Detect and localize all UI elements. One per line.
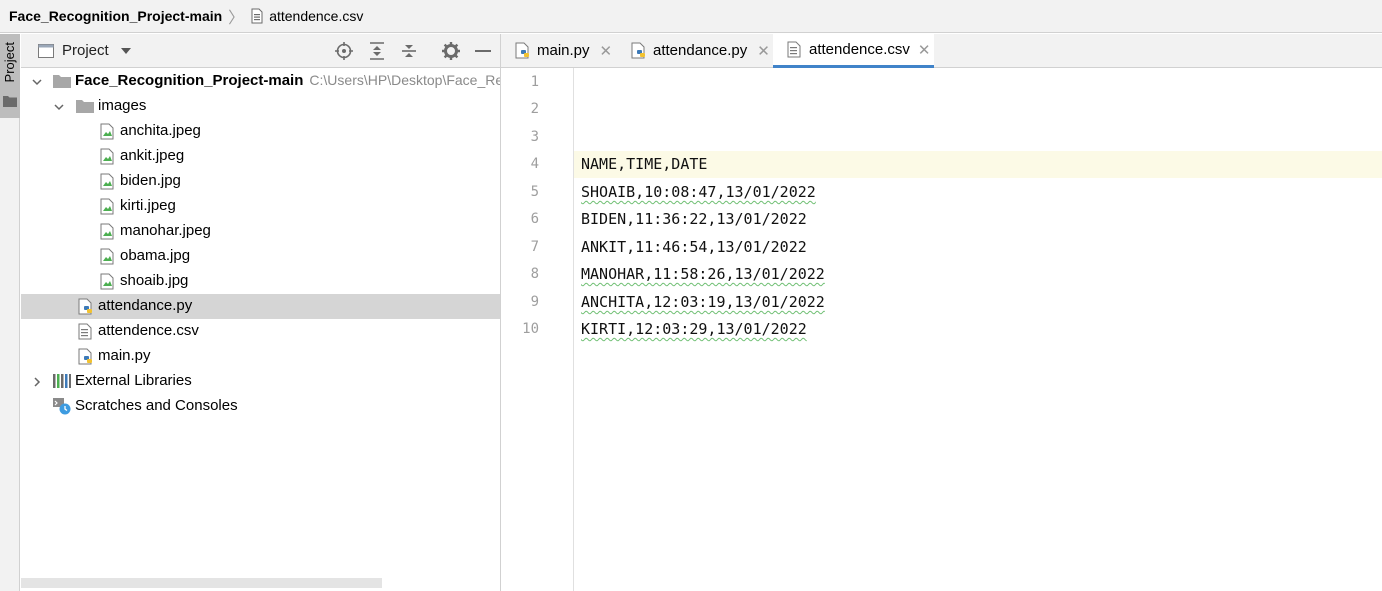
code-line[interactable]: NAME,TIME,DATE [581, 151, 707, 178]
expand-all-icon[interactable] [369, 42, 385, 60]
line-number: 7 [530, 239, 539, 255]
editor-tab-bar: main.py ✕ attendance.py ✕ attendence.csv… [501, 34, 1382, 68]
tree-item-label: biden.jpg [120, 172, 181, 189]
tree-item-attendence-csv[interactable]: attendence.csv [21, 319, 500, 344]
project-tree: Face_Recognition_Project-main C:\Users\HP… [21, 68, 500, 591]
code-line[interactable]: BIDEN,11:36:22,13/01/2022 [581, 206, 807, 233]
tree-item-label: manohar.jpeg [120, 222, 211, 239]
project-panel-title[interactable]: Project [62, 42, 109, 59]
tree-item-label: ankit.jpeg [120, 147, 185, 164]
tree-item-image-file[interactable]: manohar.jpeg [21, 219, 500, 244]
line-number: 3 [530, 129, 539, 145]
tree-item-image-file[interactable]: kirti.jpeg [21, 194, 500, 219]
chevron-down-icon[interactable] [53, 101, 65, 113]
code-line[interactable]: MANOHAR,11:58:26,13/01/2022 [581, 261, 825, 288]
tree-item-root[interactable]: Face_Recognition_Project-main C:\Users\HP… [21, 69, 500, 94]
text-file-icon [251, 8, 263, 24]
root-folder-path: C:\Users\HP\Desktop\Face_Rec [309, 72, 500, 88]
tab-attendance-py[interactable]: attendance.py ✕ [631, 34, 770, 67]
tree-item-label: attendance.py [98, 297, 193, 314]
project-tool-window-button[interactable]: Project [0, 34, 20, 118]
image-file-icon [100, 273, 114, 290]
code-line[interactable]: ANCHITA,12:03:19,13/01/2022 [581, 289, 825, 316]
tree-item-label: kirti.jpeg [120, 197, 176, 214]
code-line[interactable]: ANKIT,11:46:54,13/01/2022 [581, 234, 807, 261]
python-file-icon [631, 42, 645, 59]
python-file-icon [515, 42, 529, 59]
scratches-icon [53, 398, 71, 415]
tree-item-main-py[interactable]: main.py [21, 344, 500, 369]
folder-icon [76, 100, 94, 113]
line-number: 4 [530, 156, 539, 172]
editor-gutter: 1 2 3 4 5 6 7 8 9 10 [501, 68, 574, 591]
tree-item-external-libraries[interactable]: External Libraries [21, 369, 500, 394]
close-icon[interactable]: ✕ [918, 41, 931, 59]
tree-item-image-file[interactable]: obama.jpg [21, 244, 500, 269]
image-file-icon [100, 248, 114, 265]
line-number: 5 [530, 184, 539, 200]
line-number: 10 [522, 321, 539, 337]
folder-icon [3, 96, 17, 107]
horizontal-scrollbar[interactable] [21, 578, 382, 588]
tab-label: attendence.csv [809, 41, 910, 58]
hide-icon[interactable] [475, 50, 491, 53]
line-number: 1 [530, 74, 539, 90]
image-file-icon [100, 148, 114, 165]
project-view-icon [38, 43, 54, 58]
tree-item-scratches[interactable]: Scratches and Consoles [21, 394, 500, 419]
root-folder-name: Face_Recognition_Project-main [75, 72, 304, 89]
breadcrumb-project[interactable]: Face_Recognition_Project-main [9, 8, 222, 24]
line-number: 9 [530, 294, 539, 310]
line-number: 6 [530, 211, 539, 227]
code-editor[interactable]: NAME,TIME,DATE SHOAIB,10:08:47,13/01/202… [574, 68, 1382, 591]
tree-item-label: images [98, 97, 147, 114]
tree-item-attendance-py[interactable]: attendance.py [21, 294, 500, 319]
gear-icon[interactable] [442, 42, 460, 60]
breadcrumb-chevron-icon: 〉 [228, 10, 245, 27]
tab-label: attendance.py [653, 42, 748, 59]
tree-item-image-file[interactable]: anchita.jpeg [21, 119, 500, 144]
line-number: 8 [530, 266, 539, 282]
locate-icon[interactable] [335, 42, 353, 60]
tree-item-label: shoaib.jpg [120, 272, 189, 289]
text-file-icon [78, 323, 92, 340]
image-file-icon [100, 198, 114, 215]
image-file-icon [100, 123, 114, 140]
image-file-icon [100, 173, 114, 190]
code-line[interactable]: SHOAIB,10:08:47,13/01/2022 [581, 179, 816, 206]
tree-item-image-file[interactable]: biden.jpg [21, 169, 500, 194]
image-file-icon [100, 223, 114, 240]
tool-window-stripe: Project [0, 34, 20, 591]
tree-item-image-file[interactable]: ankit.jpeg [21, 144, 500, 169]
text-file-icon [787, 41, 801, 58]
folder-icon [53, 75, 71, 88]
tree-item-label: Scratches and Consoles [75, 397, 238, 414]
code-line[interactable]: KIRTI,12:03:29,13/01/2022 [581, 316, 807, 343]
breadcrumb-file[interactable]: attendence.csv [269, 8, 363, 24]
library-icon [53, 374, 71, 388]
tab-main-py[interactable]: main.py ✕ [515, 34, 612, 67]
tab-label: main.py [537, 42, 590, 59]
tree-item-label: attendence.csv [98, 322, 199, 339]
close-icon[interactable]: ✕ [600, 42, 613, 60]
project-stripe-label: Project [2, 42, 17, 83]
chevron-down-icon[interactable] [120, 47, 131, 55]
python-file-icon [78, 298, 92, 315]
collapse-all-icon[interactable] [401, 42, 417, 60]
tree-item-images[interactable]: images [21, 94, 500, 119]
tree-item-label: main.py [98, 347, 151, 364]
tab-attendence-csv[interactable]: attendence.csv ✕ [773, 34, 934, 68]
close-icon[interactable]: ✕ [757, 42, 770, 60]
chevron-right-icon[interactable] [31, 376, 43, 388]
line-number: 2 [530, 101, 539, 117]
project-panel-header: Project [21, 34, 500, 68]
navigation-bar: Face_Recognition_Project-main 〉 attenden… [0, 0, 1382, 33]
python-file-icon [78, 348, 92, 365]
tree-item-image-file[interactable]: shoaib.jpg [21, 269, 500, 294]
tree-item-label: External Libraries [75, 372, 192, 389]
chevron-down-icon[interactable] [31, 76, 43, 88]
tree-item-label: anchita.jpeg [120, 122, 201, 139]
tree-item-label: obama.jpg [120, 247, 191, 264]
